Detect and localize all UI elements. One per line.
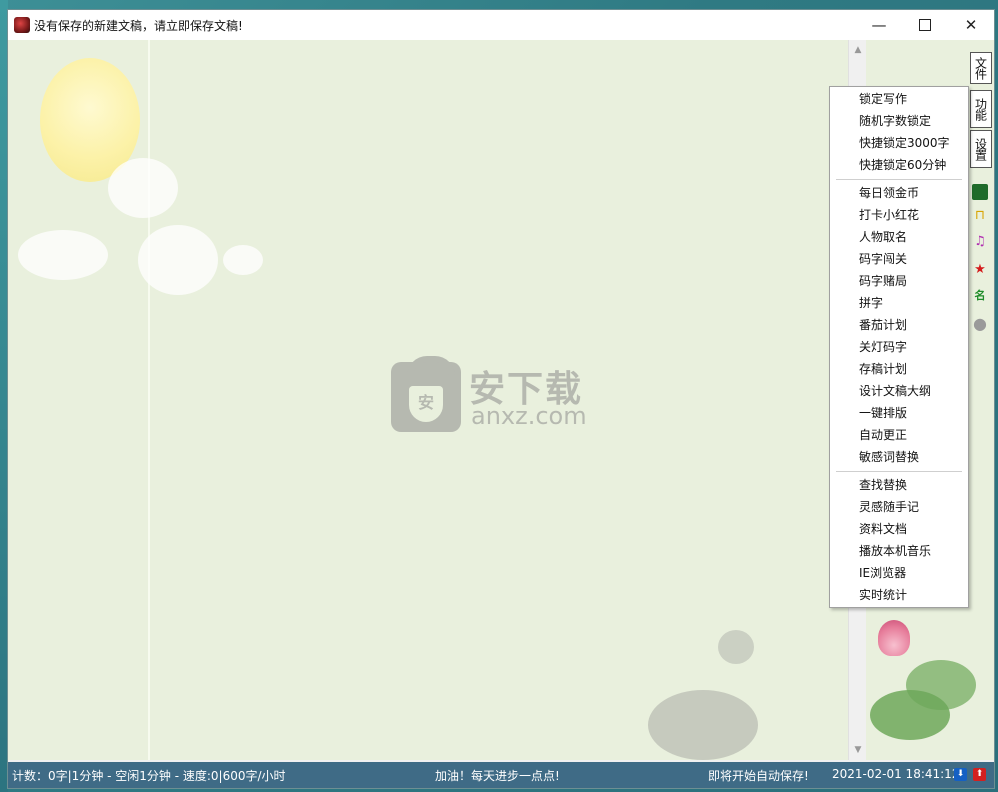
cloud-decoration — [223, 245, 263, 275]
app-logo-icon — [14, 17, 30, 33]
upload-arrow-icon[interactable]: ⬆ — [973, 768, 986, 781]
ink-wash-decoration — [718, 630, 754, 664]
lotus-flower — [878, 620, 910, 656]
menu-item-play-music[interactable]: 播放本机音乐 — [830, 540, 968, 562]
lotus-leaf — [906, 660, 976, 710]
download-arrow-icon[interactable]: ⬇ — [954, 768, 967, 781]
datetime-display: 2021-02-01 18:41:12 — [832, 767, 960, 781]
menu-item-ie-browser[interactable]: IE浏览器 — [830, 562, 968, 584]
menu-item-lights-off[interactable]: 关灯码字 — [830, 336, 968, 358]
lock-icon[interactable]: ⊓ — [972, 208, 988, 224]
maximize-icon — [919, 19, 931, 31]
menu-item-character-naming[interactable]: 人物取名 — [830, 226, 968, 248]
ink-wash-decoration — [648, 690, 758, 760]
minimize-button[interactable]: — — [856, 10, 902, 40]
close-icon: ✕ — [964, 16, 978, 34]
cloud-decoration — [108, 158, 178, 218]
scroll-up-icon[interactable]: ▲ — [849, 42, 867, 58]
menu-item-word-puzzle[interactable]: 拼字 — [830, 292, 968, 314]
menu-item-checkin-flower[interactable]: 打卡小红花 — [830, 204, 968, 226]
function-menu: 锁定写作 随机字数锁定 快捷锁定3000字 快捷锁定60分钟 每日领金币 打卡小… — [829, 86, 969, 608]
watermark-en-text: anxz.com — [471, 402, 587, 430]
menu-item-one-click-format[interactable]: 一键排版 — [830, 402, 968, 424]
text-editor[interactable]: 安 安下载 anxz.com — [8, 40, 848, 760]
tab-function[interactable]: 功能 — [970, 90, 992, 128]
menu-item-outline-design[interactable]: 设计文稿大纲 — [830, 380, 968, 402]
title-bar[interactable]: 没有保存的新建文稿，请立即保存文稿! — ✕ — [8, 10, 994, 41]
save-icon[interactable]: ▪ — [972, 184, 988, 200]
watermark-bag-handle — [407, 356, 455, 382]
menu-item-find-replace[interactable]: 查找替换 — [830, 474, 968, 496]
menu-item-live-stats[interactable]: 实时统计 — [830, 584, 968, 606]
window-title: 没有保存的新建文稿，请立即保存文稿! — [34, 19, 243, 33]
menu-item-draft-plan[interactable]: 存稿计划 — [830, 358, 968, 380]
menu-item-typing-challenge[interactable]: 码字闯关 — [830, 248, 968, 270]
cloud-decoration — [18, 230, 108, 280]
watermark-shield-icon: 安 — [409, 386, 443, 422]
name-icon[interactable]: 名 — [972, 288, 988, 304]
autosave-status: 即将开始自动保存! — [708, 769, 809, 783]
menu-item-autocorrect[interactable]: 自动更正 — [830, 424, 968, 446]
menu-separator — [836, 471, 962, 472]
minimize-icon: — — [871, 16, 887, 34]
watermark: 安 安下载 anxz.com — [391, 354, 611, 444]
music-icon[interactable]: ♫ — [972, 234, 988, 250]
desktop-backdrop — [0, 0, 8, 792]
bulb-icon[interactable]: ● — [972, 316, 988, 332]
scroll-down-icon[interactable]: ▼ — [849, 742, 867, 758]
star-icon[interactable]: ★ — [972, 262, 988, 278]
word-count-status: 计数：0字|1分钟 - 空闲1分钟 - 速度:0|600字/小时 — [12, 769, 286, 783]
close-button[interactable]: ✕ — [948, 10, 994, 40]
menu-item-pomodoro[interactable]: 番茄计划 — [830, 314, 968, 336]
menu-item-inspiration-notes[interactable]: 灵感随手记 — [830, 496, 968, 518]
menu-item-random-word-lock[interactable]: 随机字数锁定 — [830, 110, 968, 132]
watermark-bag-icon: 安 — [391, 356, 461, 432]
encouragement-text: 加油！每天进步一点点! — [435, 769, 560, 783]
tab-file[interactable]: 文件 — [970, 52, 992, 84]
menu-item-sensitive-replace[interactable]: 敏感词替换 — [830, 446, 968, 468]
menu-item-reference-docs[interactable]: 资料文档 — [830, 518, 968, 540]
status-bar: 计数：0字|1分钟 - 空闲1分钟 - 速度:0|600字/小时 加油！每天进步… — [8, 762, 994, 788]
tab-settings[interactable]: 设置 — [970, 130, 992, 168]
menu-item-quick-lock-3000[interactable]: 快捷锁定3000字 — [830, 132, 968, 154]
cloud-decoration — [138, 225, 218, 295]
lotus-decoration — [866, 600, 994, 760]
menu-item-lock-writing[interactable]: 锁定写作 — [830, 88, 968, 110]
maximize-button[interactable] — [902, 10, 948, 40]
menu-item-typing-bet[interactable]: 码字赌局 — [830, 270, 968, 292]
app-window: 没有保存的新建文稿，请立即保存文稿! — ✕ 安 安下载 anxz.com ▲ — [8, 10, 994, 788]
menu-item-daily-coins[interactable]: 每日领金币 — [830, 182, 968, 204]
margin-line — [148, 40, 150, 760]
menu-separator — [836, 179, 962, 180]
menu-item-quick-lock-60min[interactable]: 快捷锁定60分钟 — [830, 154, 968, 176]
